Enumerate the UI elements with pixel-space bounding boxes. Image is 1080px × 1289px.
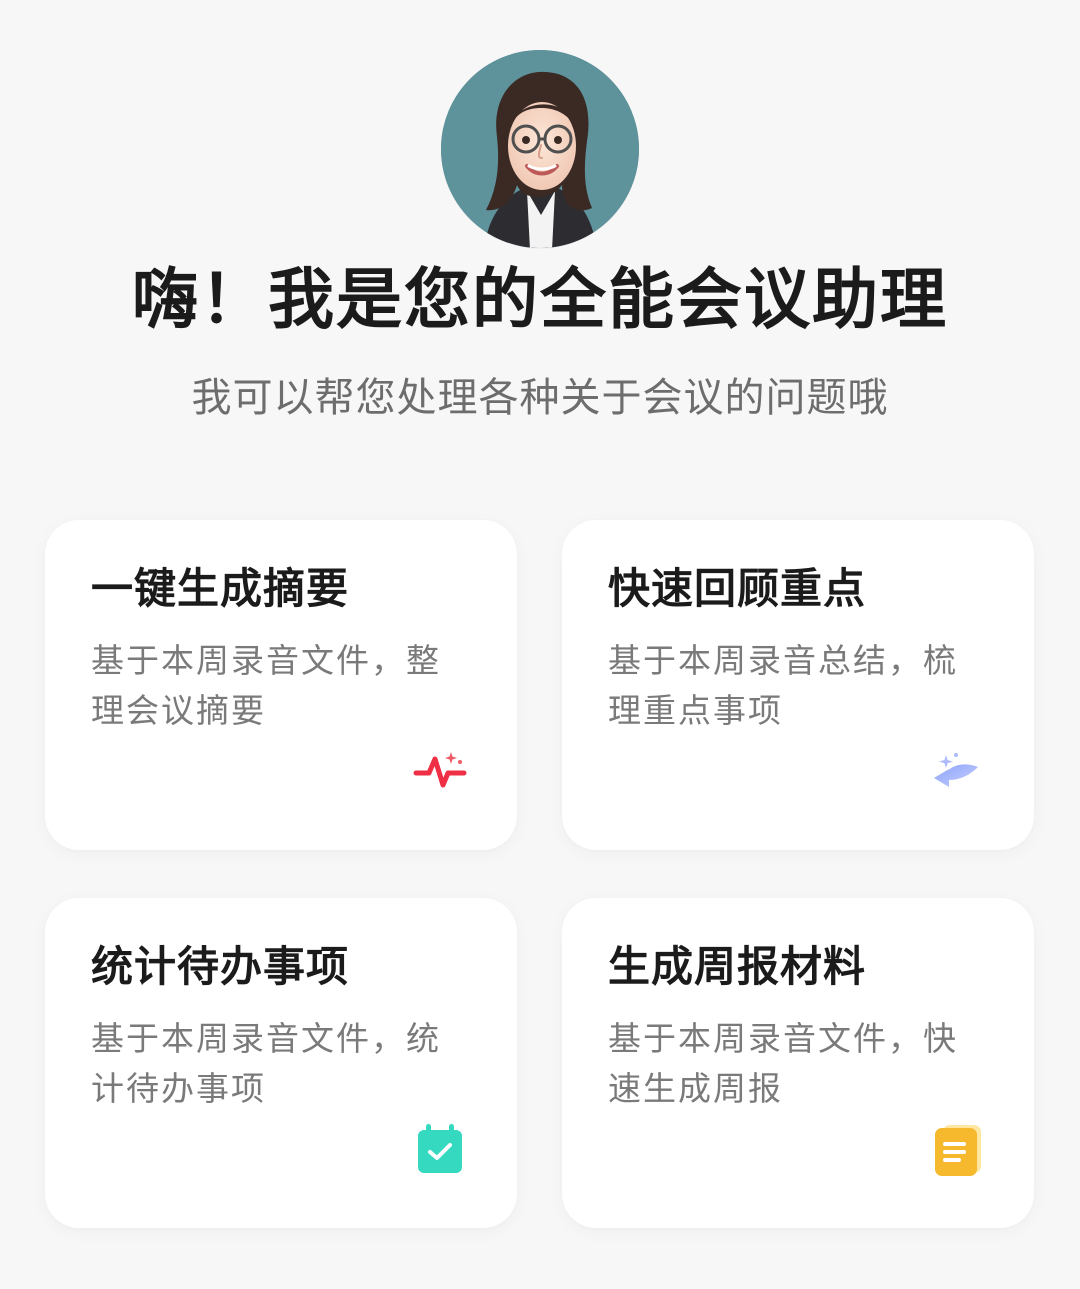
summary-card[interactable]: 一键生成摘要 基于本周录音文件，整理会议摘要 (45, 520, 517, 850)
card-title: 生成周报材料 (608, 942, 867, 991)
card-title: 统计待办事项 (91, 942, 350, 991)
review-arrow-icon (928, 742, 986, 800)
assistant-avatar (441, 50, 639, 248)
card-description: 基于本周录音文件，整理会议摘要 (91, 641, 441, 730)
review-card[interactable]: 快速回顾重点 基于本周录音总结，梳理重点事项 (562, 520, 1034, 850)
card-title: 一键生成摘要 (91, 564, 350, 613)
avatar-icon (441, 50, 639, 248)
assistant-subtitle: 我可以帮您处理各种关于会议的问题哦 (191, 375, 889, 421)
document-icon (928, 1120, 986, 1178)
assistant-greeting: 嗨！我是您的全能会议助理 (132, 261, 948, 338)
card-description: 基于本周录音文件，快速生成周报 (608, 1019, 958, 1108)
card-title: 快速回顾重点 (608, 564, 867, 613)
card-description: 基于本周录音总结，梳理重点事项 (608, 641, 958, 730)
calendar-check-icon (411, 1120, 469, 1178)
waveform-sparkle-icon (411, 742, 469, 800)
weekly-report-card[interactable]: 生成周报材料 基于本周录音文件，快速生成周报 (562, 898, 1034, 1228)
card-description: 基于本周录音文件，统计待办事项 (91, 1019, 441, 1108)
todo-card[interactable]: 统计待办事项 基于本周录音文件，统计待办事项 (45, 898, 517, 1228)
